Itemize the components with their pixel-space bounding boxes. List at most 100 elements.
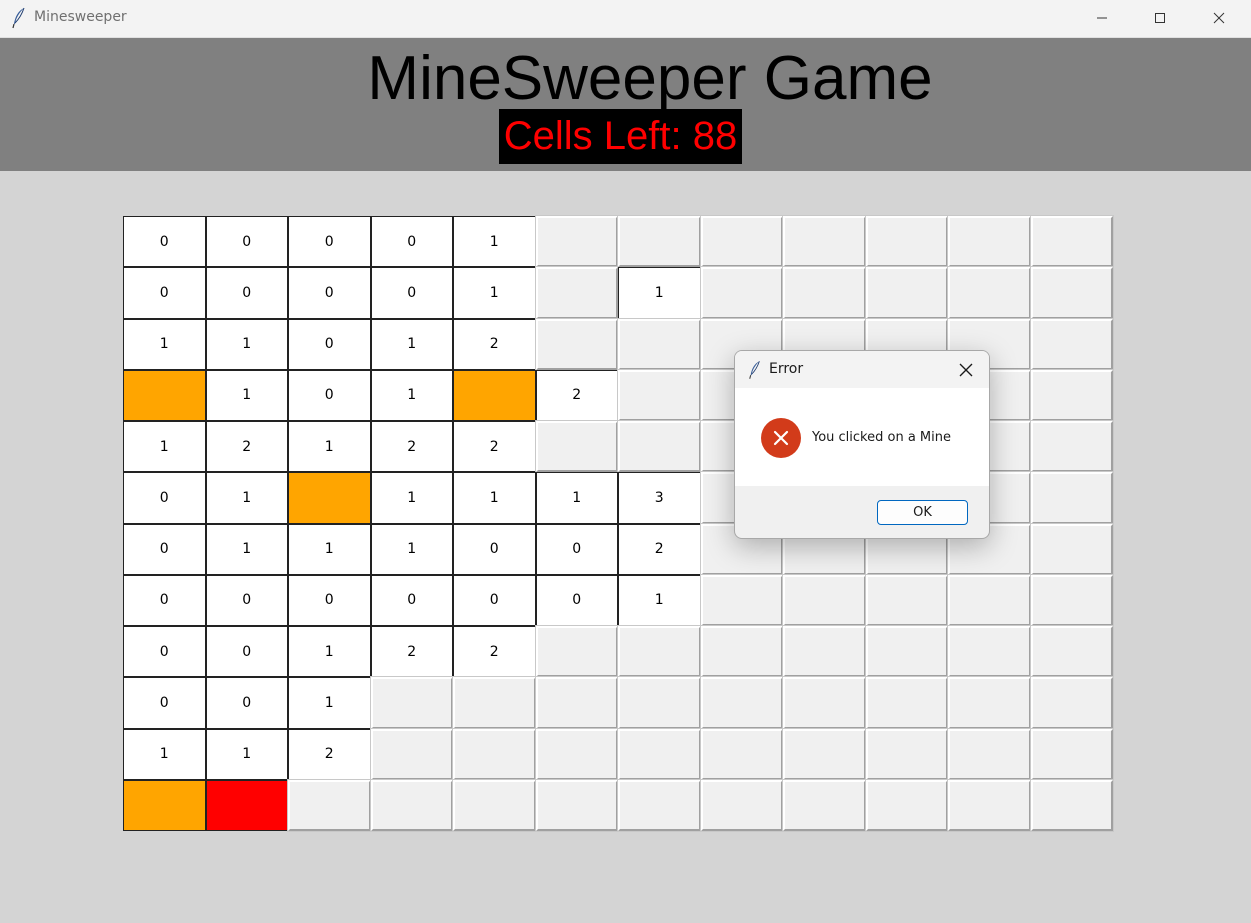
revealed-cell[interactable]: 1 [370,523,453,575]
hidden-cell[interactable] [1029,317,1114,371]
hidden-cell[interactable] [947,624,1032,679]
revealed-cell[interactable]: 0 [535,574,618,626]
revealed-cell[interactable]: 0 [123,472,206,524]
dialog-title-bar[interactable]: Error [735,351,989,388]
hidden-cell[interactable] [864,214,949,269]
revealed-cell[interactable]: 1 [370,318,453,370]
hidden-cell[interactable] [864,266,949,320]
revealed-cell[interactable]: 0 [288,574,371,626]
hidden-cell[interactable] [534,727,619,781]
hidden-cell[interactable] [452,778,537,833]
revealed-cell[interactable]: 0 [453,574,536,626]
hidden-cell[interactable] [1029,214,1114,269]
revealed-cell[interactable]: 1 [205,728,288,780]
hidden-cell[interactable] [534,778,619,833]
hidden-cell[interactable] [864,573,949,628]
hidden-cell[interactable] [1029,471,1114,525]
hidden-cell[interactable] [369,778,454,833]
hidden-cell[interactable] [699,727,784,781]
dialog-close-button[interactable] [957,361,975,379]
hidden-cell[interactable] [699,624,784,679]
hidden-cell[interactable] [617,368,702,423]
minimize-button[interactable] [1073,0,1131,36]
hidden-cell[interactable] [534,214,619,269]
revealed-cell[interactable]: 0 [288,216,371,268]
revealed-cell[interactable]: 1 [288,626,371,678]
revealed-cell[interactable]: 1 [370,472,453,524]
mine-cell[interactable] [123,369,206,421]
revealed-cell[interactable]: 3 [618,472,701,524]
hidden-cell[interactable] [1029,624,1114,679]
hidden-cell[interactable] [699,214,784,269]
hidden-cell[interactable] [1029,676,1114,730]
revealed-cell[interactable]: 0 [370,574,453,626]
hidden-cell[interactable] [947,266,1032,320]
hidden-cell[interactable] [1029,419,1114,474]
revealed-cell[interactable]: 0 [123,216,206,268]
hidden-cell[interactable] [534,266,619,320]
revealed-cell[interactable]: 1 [123,318,206,370]
revealed-cell[interactable]: 0 [123,267,206,319]
mine-cell[interactable] [123,779,206,831]
mine-cell[interactable] [288,472,371,524]
revealed-cell[interactable]: 1 [288,523,371,575]
hidden-cell[interactable] [699,573,784,628]
maximize-button[interactable] [1131,0,1189,36]
hidden-cell[interactable] [534,676,619,730]
hidden-cell[interactable] [1029,266,1114,320]
ok-button[interactable]: OK [877,500,968,525]
revealed-cell[interactable]: 2 [370,626,453,678]
hidden-cell[interactable] [947,573,1032,628]
revealed-cell[interactable]: 2 [618,523,701,575]
hidden-cell[interactable] [864,727,949,781]
mine-cell[interactable] [453,369,536,421]
hidden-cell[interactable] [699,676,784,730]
revealed-cell[interactable]: 0 [123,626,206,678]
hidden-cell[interactable] [1029,573,1114,628]
revealed-cell[interactable]: 1 [205,472,288,524]
hidden-cell[interactable] [534,419,619,474]
revealed-cell[interactable]: 2 [453,318,536,370]
hidden-cell[interactable] [782,573,867,628]
revealed-cell[interactable]: 1 [453,267,536,319]
hidden-cell[interactable] [782,214,867,269]
hidden-cell[interactable] [1029,522,1114,576]
hidden-cell[interactable] [947,778,1032,833]
revealed-cell[interactable]: 1 [205,318,288,370]
revealed-cell[interactable]: 0 [123,523,206,575]
hidden-cell[interactable] [617,624,702,679]
hidden-cell[interactable] [947,727,1032,781]
revealed-cell[interactable]: 1 [123,421,206,473]
hidden-cell[interactable] [369,727,454,781]
hidden-cell[interactable] [369,676,454,730]
revealed-cell[interactable]: 2 [453,626,536,678]
revealed-cell[interactable]: 1 [123,728,206,780]
revealed-cell[interactable]: 1 [618,267,701,319]
revealed-cell[interactable]: 0 [535,523,618,575]
hidden-cell[interactable] [617,727,702,781]
hidden-cell[interactable] [782,727,867,781]
hidden-cell[interactable] [782,266,867,320]
revealed-cell[interactable]: 0 [205,267,288,319]
hidden-cell[interactable] [864,778,949,833]
hidden-cell[interactable] [534,624,619,679]
title-bar[interactable]: Minesweeper [0,0,1251,38]
hidden-cell[interactable] [864,624,949,679]
revealed-cell[interactable]: 0 [123,574,206,626]
hidden-cell[interactable] [617,676,702,730]
revealed-cell[interactable]: 1 [288,677,371,729]
revealed-cell[interactable]: 2 [453,421,536,473]
hidden-cell[interactable] [699,778,784,833]
revealed-cell[interactable]: 1 [618,574,701,626]
hidden-cell[interactable] [699,266,784,320]
hidden-cell[interactable] [1029,727,1114,781]
revealed-cell[interactable]: 0 [288,267,371,319]
revealed-cell[interactable]: 0 [123,677,206,729]
close-window-button[interactable] [1190,0,1248,36]
revealed-cell[interactable]: 0 [370,216,453,268]
hidden-cell[interactable] [287,778,372,833]
hidden-cell[interactable] [947,214,1032,269]
hidden-cell[interactable] [534,317,619,371]
hidden-cell[interactable] [617,317,702,371]
revealed-cell[interactable]: 1 [288,421,371,473]
